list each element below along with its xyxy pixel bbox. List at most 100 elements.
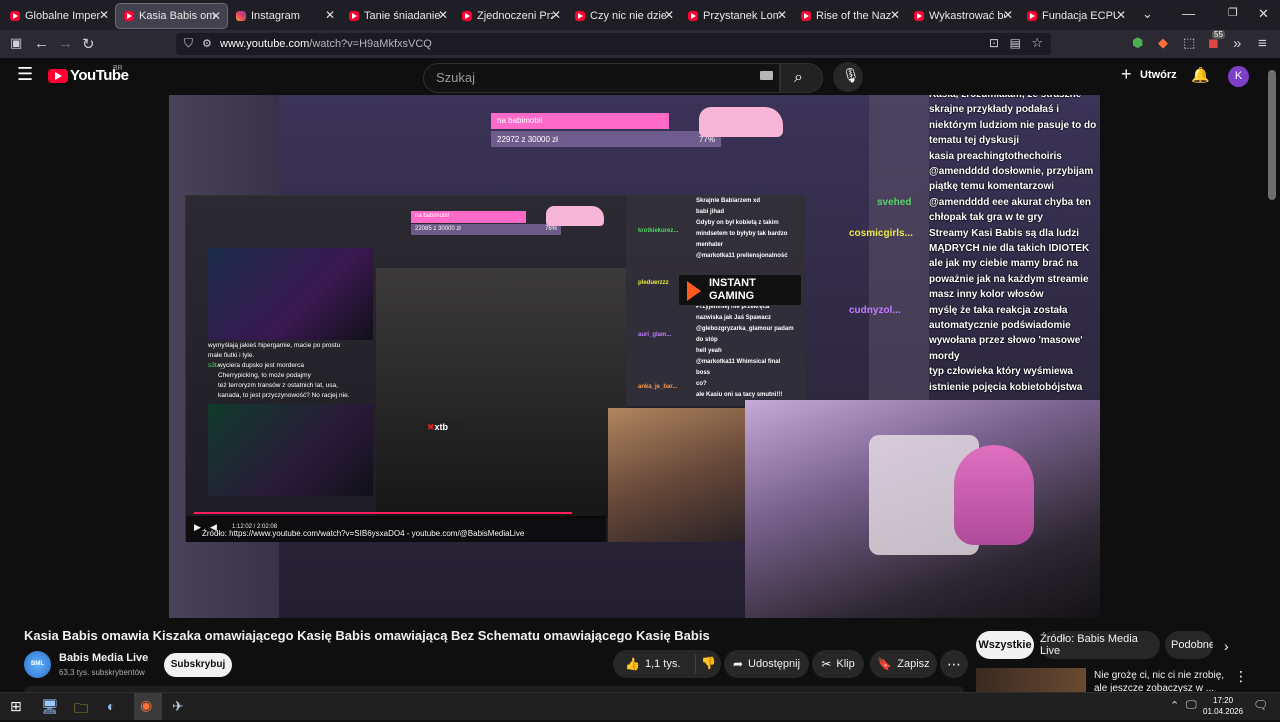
youtube-icon — [914, 11, 924, 21]
voice-search-button[interactable]: 🎙 — [833, 62, 863, 92]
notifications-bell-icon[interactable]: 🔔 — [1191, 66, 1210, 84]
file-explorer-icon[interactable]: 🗀 — [74, 698, 88, 722]
like-dislike-group: 👍 1,1 tys. 👎 — [613, 650, 721, 678]
fox-extension-icon[interactable]: ◆ — [1158, 35, 1168, 51]
monitor-app-icon[interactable]: 🖥 — [41, 698, 59, 715]
browser-tab[interactable]: Rise of the Nazis and✕ — [793, 3, 906, 29]
back-icon[interactable]: ← — [34, 35, 49, 52]
create-plus-icon[interactable]: + — [1121, 64, 1132, 85]
reader-view-icon[interactable]: ▤ — [1010, 36, 1021, 50]
chat-message: poważnie jak na każdym streamie — [929, 273, 1089, 285]
tab-close-icon[interactable]: ✕ — [99, 8, 109, 22]
firefox-taskbar-item[interactable]: ◉ — [134, 693, 162, 720]
pink-car-image — [699, 107, 783, 137]
window-close-icon[interactable]: ✕ — [1258, 6, 1269, 22]
keyboard-icon[interactable] — [760, 71, 773, 80]
url-bar[interactable]: ⛉ ⚙ www.youtube.com/watch?v=H9aMkfxsVCQ … — [176, 33, 1051, 55]
browser-tab[interactable]: Czy nic nie dzieje się✕ — [567, 3, 680, 29]
tab-close-icon[interactable]: ✕ — [664, 8, 674, 22]
inner-chat-message: Gdyby on był kobietą z takim — [696, 220, 779, 226]
windows-start-icon[interactable]: ⊞ — [10, 698, 22, 715]
browser-tab[interactable]: Przystanek Lombard✕ — [680, 3, 793, 29]
like-count[interactable]: 1,1 tys. — [645, 658, 680, 670]
reload-icon[interactable]: ↻ — [82, 35, 95, 53]
more-actions-button[interactable]: ⋯ — [940, 650, 968, 678]
minimize-icon[interactable]: — — [1182, 6, 1195, 21]
inner-left-chat-message: Cherrypicking, to może podajmy — [218, 372, 311, 379]
tab-close-icon[interactable]: ✕ — [890, 8, 900, 22]
tray-chevron-icon[interactable]: ⌃ — [1170, 699, 1179, 712]
chat-message: masz inny kolor włosów — [929, 289, 1044, 301]
chat-username: cosmicgirls... — [849, 227, 913, 239]
chips-next-chevron-icon[interactable]: › — [1224, 638, 1229, 654]
browser-tab[interactable]: Fundacja ECPU Polsk✕ — [1019, 3, 1132, 29]
hamburger-menu-icon[interactable]: ☰ — [17, 64, 33, 85]
youtube-icon — [462, 11, 472, 21]
app-menu-icon[interactable]: ≡ — [1258, 35, 1267, 52]
browser-tab[interactable]: Wykastrować bezdom✕ — [906, 3, 1019, 29]
overflow-chevrons-icon[interactable]: » — [1233, 35, 1241, 52]
inner-chat-message: babi jihad — [696, 209, 725, 215]
browser-tab[interactable]: Kasia Babis omawia K✕ — [115, 3, 228, 29]
tab-list-chevron-icon[interactable]: ⌄ — [1142, 6, 1153, 22]
tab-close-icon[interactable]: ✕ — [1116, 8, 1126, 22]
inner-pink-car-image — [546, 206, 604, 226]
shield-icon[interactable]: ⛉ — [184, 36, 193, 51]
tab-close-icon[interactable]: ✕ — [777, 8, 787, 22]
inner-chat-message: boss — [696, 370, 711, 376]
steam-icon[interactable]: ◐ — [107, 698, 115, 714]
notification-center-icon[interactable]: 🗨 — [1253, 698, 1268, 712]
clip-button[interactable]: ✂ Klip — [812, 650, 864, 678]
browser-tab[interactable]: Instagram ✕ — [228, 3, 341, 29]
inner-left-chat-message: małe fiutki i tyle. — [208, 352, 255, 359]
like-icon[interactable]: 👍 — [625, 657, 640, 671]
browser-tab[interactable]: Tanie śniadanie w pie✕ — [341, 3, 454, 29]
clock[interactable]: 17:20 01.04.2026 — [1203, 695, 1243, 717]
subscribe-button[interactable]: Subskrybuj — [164, 653, 232, 677]
goal-progress-bar: 22972 z 30000 zł 77% — [491, 131, 721, 147]
goal-title-bar: na babimobil — [491, 113, 669, 129]
youtube-logo-icon[interactable] — [48, 69, 68, 83]
youtube-icon — [688, 11, 698, 21]
save-button[interactable]: 🔖 Zapisz — [870, 650, 937, 678]
page-scrollbar[interactable] — [1268, 70, 1276, 200]
share-button[interactable]: ➦ Udostępnij — [724, 650, 809, 678]
tab-close-icon[interactable]: ✕ — [438, 8, 448, 22]
permissions-icon[interactable]: ⚙ — [202, 37, 212, 50]
chip-similar[interactable]: Podobne — [1165, 631, 1213, 659]
tab-label: Wykastrować bezdom — [929, 10, 1005, 22]
ublock-icon[interactable]: ⬢ — [1132, 35, 1143, 51]
browser-tab[interactable]: Zjednoczeni Przeciw✕ — [454, 3, 567, 29]
chip-all[interactable]: Wszystkie — [976, 631, 1034, 659]
youtube-header: ☰ YouTube BR Szukaj ⌕ 🎙 + Utwórz 🔔 K — [0, 58, 1280, 95]
tab-close-icon[interactable]: ✕ — [551, 8, 561, 22]
avatar[interactable]: K — [1228, 66, 1249, 87]
chip-source[interactable]: Źródło: Babis Media Live — [1040, 631, 1160, 659]
tab-close-icon[interactable]: ✕ — [1003, 8, 1013, 22]
embedded-video: na babimobil 22085 z 30000 zł 76% wymyśla… — [185, 195, 806, 542]
extensions-icon[interactable]: ⬚ — [1183, 35, 1195, 51]
bookmark-star-icon[interactable]: ☆ — [1031, 35, 1043, 51]
create-button[interactable]: Utwórz — [1140, 69, 1177, 81]
forward-icon[interactable]: → — [58, 35, 73, 52]
restore-icon[interactable]: ❐ — [1228, 6, 1238, 19]
channel-name[interactable]: Babis Media Live — [59, 652, 148, 664]
search-icon: ⌕ — [794, 69, 803, 86]
search-button[interactable]: ⌕ — [780, 63, 823, 93]
screenshot-icon[interactable]: ⊡ — [989, 36, 999, 50]
tab-close-icon[interactable]: ✕ — [211, 9, 221, 23]
dislike-icon[interactable]: 👎 — [701, 656, 716, 670]
tab-close-icon[interactable]: ✕ — [325, 8, 335, 22]
chat-message: kasia preachingtothechoiris — [929, 150, 1062, 162]
recommended-thumbnail[interactable] — [976, 668, 1086, 692]
sidebar-icon[interactable]: ▣ — [10, 35, 22, 51]
browser-tab[interactable]: Globalne Imperium B✕ — [2, 3, 115, 29]
youtube-icon — [10, 11, 20, 21]
tab-label: Tanie śniadanie w pie — [364, 10, 440, 22]
recommended-menu-icon[interactable]: ⋮ — [1234, 668, 1248, 685]
video-player[interactable]: na babimobil 22972 z 30000 zł 77% na bab… — [169, 95, 1100, 618]
search-input[interactable]: Szukaj — [423, 63, 780, 93]
network-tray-icon[interactable]: 🖵 — [1186, 699, 1197, 712]
channel-avatar[interactable]: BML — [24, 651, 51, 678]
network-app-icon[interactable]: ✈ — [172, 698, 184, 715]
